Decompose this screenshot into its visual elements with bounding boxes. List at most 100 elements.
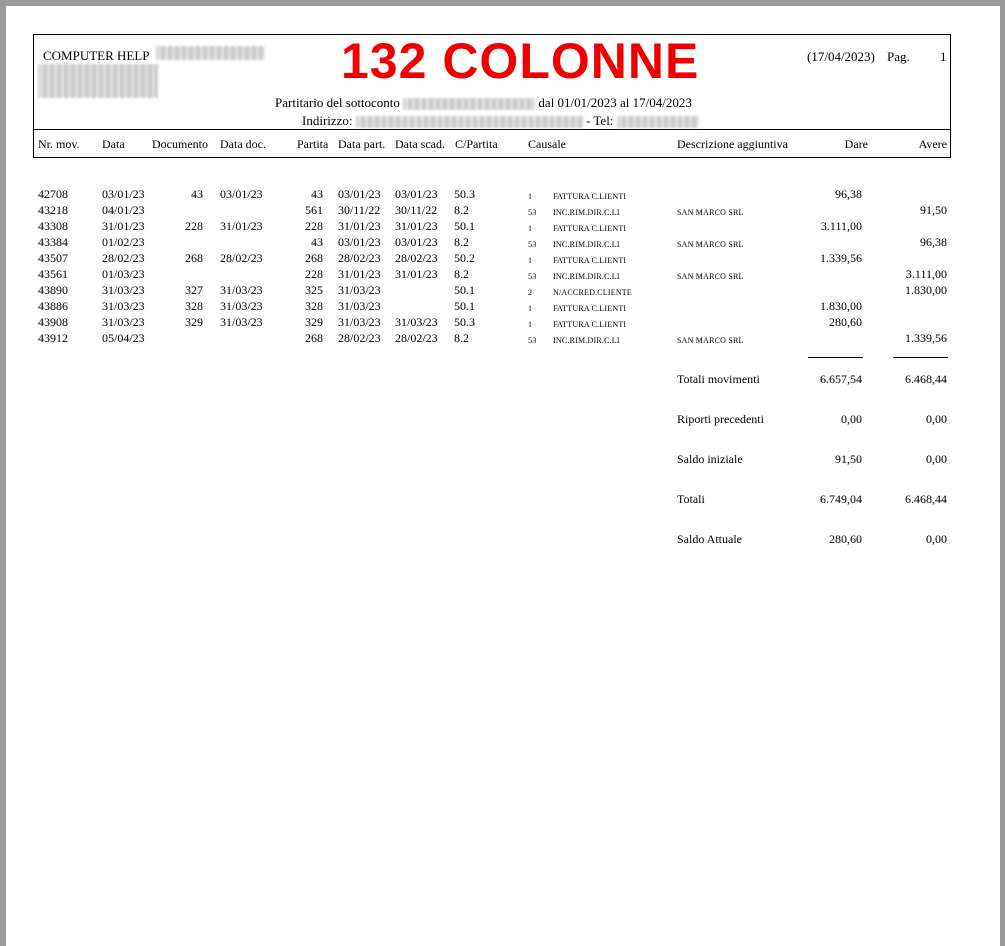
date: 28/02/23	[102, 251, 145, 265]
nr-mov: 43507	[38, 251, 68, 265]
partita: 43	[311, 235, 323, 249]
counter-account: 50.2	[454, 251, 475, 265]
totals-avere: 6.468,44	[905, 372, 947, 386]
partita-date: 31/03/23	[338, 283, 381, 297]
avere-amount: 3.111,00	[905, 267, 947, 281]
col-descrizione: Descrizione aggiuntiva	[677, 137, 788, 151]
phone-label: - Tel:	[586, 113, 614, 128]
page-label: Pag.	[887, 49, 910, 64]
redacted-phone	[616, 116, 699, 129]
causale-description: INC.RIM.DIR.C.LI	[553, 240, 620, 249]
company-name: COMPUTER HELP	[43, 48, 150, 63]
totals-avere: 6.468,44	[905, 492, 947, 506]
partita-date: 31/03/23	[338, 315, 381, 329]
due-date: 03/01/23	[395, 235, 438, 249]
date: 31/03/23	[102, 299, 145, 313]
totals-dare: 91,50	[835, 452, 862, 466]
counter-account: 50.3	[454, 187, 475, 201]
due-date: 03/01/23	[395, 187, 438, 201]
totals-dare: 6.657,54	[820, 372, 862, 386]
causale-code: 53	[528, 336, 537, 345]
additional-description: SAN MARCO SRL	[677, 208, 744, 217]
counter-account: 50.1	[454, 299, 475, 313]
due-date: 31/03/23	[395, 315, 438, 329]
page-number: 1	[940, 49, 947, 64]
counter-account: 50.1	[454, 283, 475, 297]
totals-dare: 6.749,04	[820, 492, 862, 506]
totals-avere: 0,00	[926, 452, 947, 466]
due-date: 30/11/22	[395, 203, 438, 217]
date: 31/03/23	[102, 283, 145, 297]
report-subtitle: Partitario del sottoconto dal 01/01/2023…	[275, 95, 692, 111]
document-date: 31/03/23	[220, 315, 263, 329]
col-data-scad: Data scad.	[395, 137, 445, 151]
report-banner-title: 132 COLONNE	[341, 33, 700, 89]
dare-amount: 1.339,56	[820, 251, 862, 265]
col-causale: Causale	[528, 137, 566, 151]
counter-account: 50.3	[454, 315, 475, 329]
avere-amount: 1.339,56	[905, 331, 947, 345]
document: 327	[185, 283, 203, 297]
partita-date: 31/03/23	[338, 299, 381, 313]
date: 31/01/23	[102, 219, 145, 233]
subtitle-prefix: Partitario del sottoconto	[275, 95, 400, 110]
col-nr-mov: Nr. mov.	[38, 137, 80, 151]
redacted-company-detail	[156, 46, 264, 60]
causale-description: FATTURA C.LIENTI	[553, 320, 627, 329]
report-page: COMPUTER HELP 132 COLONNE (17/04/2023) P…	[6, 6, 1000, 946]
totals-label: Saldo Attuale	[677, 532, 742, 546]
col-partita: Partita	[297, 137, 329, 151]
causale-code: 2	[528, 288, 533, 297]
causale-code: 53	[528, 240, 537, 249]
causale-description: FATTURA C.LIENTI	[553, 224, 627, 233]
causale-description: INC.RIM.DIR.C.LI	[553, 336, 620, 345]
partita-date: 03/01/23	[338, 187, 381, 201]
nr-mov: 42708	[38, 187, 68, 201]
document-date: 31/03/23	[220, 299, 263, 313]
print-date: (17/04/2023)	[807, 49, 875, 64]
partita: 268	[305, 331, 323, 345]
partita: 228	[305, 219, 323, 233]
causale-code: 1	[528, 304, 533, 313]
due-date: 28/02/23	[395, 251, 438, 265]
date: 01/02/23	[102, 235, 145, 249]
col-documento: Documento	[152, 137, 208, 151]
date: 05/04/23	[102, 331, 145, 345]
causale-description: INC.RIM.DIR.C.LI	[553, 272, 620, 281]
partita-date: 28/02/23	[338, 331, 381, 345]
partita-date: 03/01/23	[338, 235, 381, 249]
nr-mov: 43561	[38, 267, 68, 281]
document-date: 03/01/23	[220, 187, 263, 201]
partita: 43	[311, 187, 323, 201]
partita-date: 30/11/22	[338, 203, 381, 217]
additional-description: SAN MARCO SRL	[677, 336, 744, 345]
dare-sum-rule	[808, 357, 863, 358]
date: 01/03/23	[102, 267, 145, 281]
avere-amount: 1.830,00	[905, 283, 947, 297]
causale-description: FATTURA C.LIENTI	[553, 256, 627, 265]
date: 03/01/23	[102, 187, 145, 201]
dare-amount: 3.111,00	[820, 219, 862, 233]
address-label: Indirizzo:	[302, 113, 353, 128]
causale-code: 1	[528, 192, 533, 201]
totals-label: Totali	[677, 492, 705, 506]
dare-amount: 1.830,00	[820, 299, 862, 313]
partita: 328	[305, 299, 323, 313]
col-c-partita: C/Partita	[455, 137, 498, 151]
causale-description: INC.RIM.DIR.C.LI	[553, 208, 620, 217]
partita: 325	[305, 283, 323, 297]
totals-avere: 0,00	[926, 412, 947, 426]
partita: 268	[305, 251, 323, 265]
document-date: 31/01/23	[220, 219, 263, 233]
causale-code: 1	[528, 224, 533, 233]
due-date: 31/01/23	[395, 267, 438, 281]
causale-code: 53	[528, 208, 537, 217]
document: 268	[185, 251, 203, 265]
nr-mov: 43384	[38, 235, 68, 249]
causale-description: FATTURA C.LIENTI	[553, 304, 627, 313]
avere-amount: 91,50	[920, 203, 947, 217]
redacted-company-address	[38, 64, 158, 98]
causale-description: N/ACCRED.CLIENTE	[553, 288, 632, 297]
totals-dare: 0,00	[841, 412, 862, 426]
subtitle-period: dal 01/01/2023 al 17/04/2023	[538, 95, 692, 110]
